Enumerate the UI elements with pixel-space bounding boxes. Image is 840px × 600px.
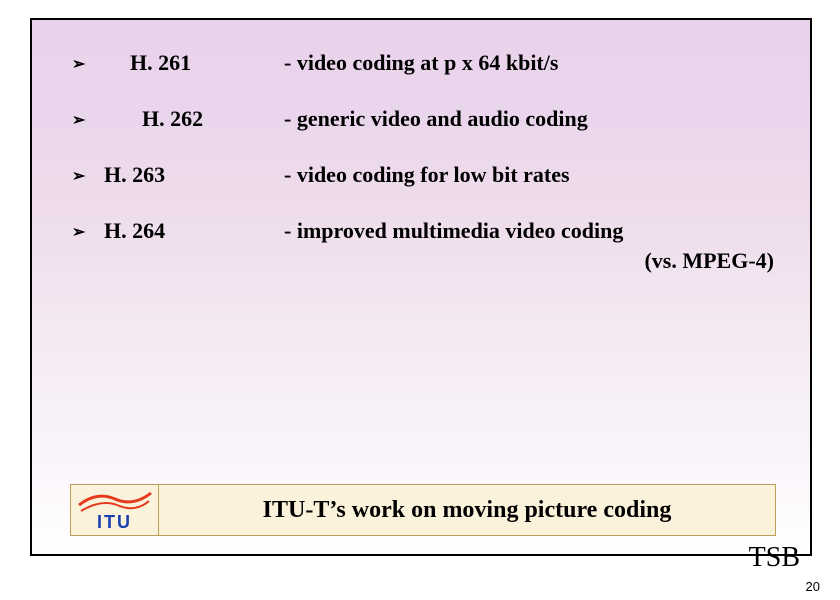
list-item: ➢ H. 261 - video coding at p x 64 kbit/s — [72, 50, 782, 76]
bullet-icon: ➢ — [72, 50, 104, 74]
list-item: ➢ H. 264 - improved multimedia video cod… — [72, 218, 782, 274]
slide-title: ITU-T’s work on moving picture coding — [159, 497, 775, 524]
bullet-icon: ➢ — [72, 218, 104, 242]
slide-frame: ➢ H. 261 - video coding at p x 64 kbit/s… — [30, 18, 812, 556]
standard-desc: - generic video and audio coding — [284, 106, 782, 132]
list-item: ➢ H. 263 - video coding for low bit rate… — [72, 162, 782, 188]
standard-code: H. 263 — [104, 162, 284, 188]
bullet-icon: ➢ — [72, 162, 104, 186]
standard-desc-line: - improved multimedia video coding — [284, 218, 623, 243]
list-item: ➢ H. 262 - generic video and audio codin… — [72, 106, 782, 132]
page-number: 20 — [806, 579, 820, 594]
standard-desc-sub: (vs. MPEG-4) — [284, 248, 782, 274]
standard-desc: - video coding at p x 64 kbit/s — [284, 50, 782, 76]
standard-code: H. 261 — [104, 50, 284, 76]
bullet-icon: ➢ — [72, 106, 104, 130]
itu-logo: ITU — [71, 485, 159, 535]
standard-desc: - video coding for low bit rates — [284, 162, 782, 188]
standard-code: H. 264 — [104, 218, 284, 244]
standard-code: H. 262 — [104, 106, 284, 132]
footer-bar: ITU ITU-T’s work on moving picture codin… — [70, 484, 776, 536]
tsb-label: TSB — [749, 542, 800, 574]
standard-desc: - improved multimedia video coding (vs. … — [284, 218, 782, 274]
content-area: ➢ H. 261 - video coding at p x 64 kbit/s… — [32, 20, 810, 274]
itu-logo-text: ITU — [97, 512, 132, 533]
